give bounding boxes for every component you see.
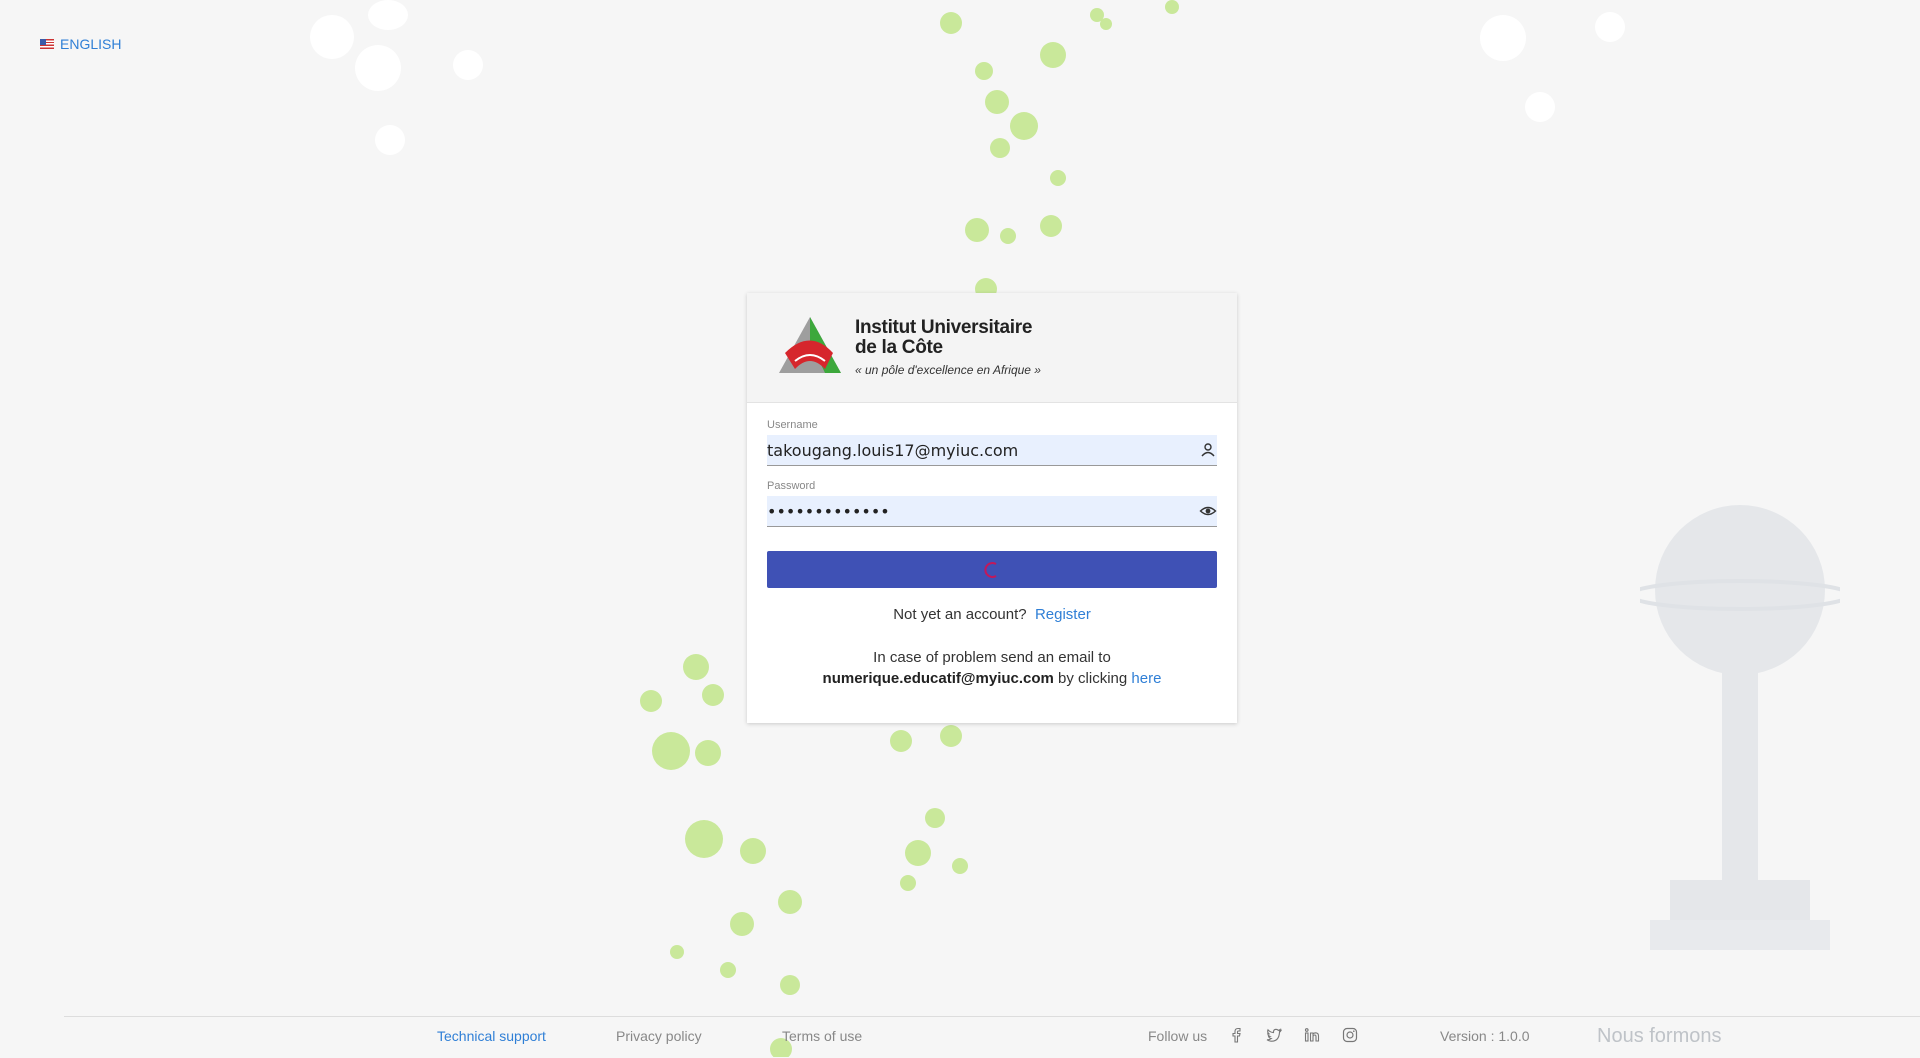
slogan-text: Nous formons [1597, 1025, 1722, 1047]
help-here-link[interactable]: here [1131, 670, 1161, 687]
help-by-clicking: by clicking [1058, 670, 1128, 687]
eye-icon[interactable] [1199, 502, 1217, 520]
password-field: Password [767, 480, 1217, 527]
brand-line-1: Institut Universitaire [855, 317, 1033, 339]
instagram-icon[interactable] [1342, 1027, 1358, 1043]
brand-tagline: « un pôle d'excellence en Afrique » [855, 363, 1041, 378]
language-selector[interactable]: ENGLISH [40, 36, 121, 52]
privacy-policy-link[interactable]: Privacy policy [616, 1028, 702, 1044]
loading-spinner-icon [984, 561, 997, 578]
version-label: Version : 1.0.0 [1440, 1028, 1530, 1044]
password-input-wrap [767, 496, 1217, 527]
username-label: Username [767, 419, 818, 431]
linkedin-icon[interactable] [1304, 1027, 1320, 1043]
card-header: Institut Universitaire de la Côte « un p… [747, 293, 1237, 403]
social-links [1228, 1027, 1358, 1043]
register-row: Not yet an account? Register [767, 606, 1217, 623]
iuc-logo-icon [779, 316, 841, 373]
twitter-icon[interactable] [1266, 1027, 1282, 1043]
facebook-icon[interactable] [1228, 1027, 1244, 1043]
brand-line-2: de la Côte [855, 337, 943, 359]
follow-us-label: Follow us [1148, 1028, 1208, 1044]
login-card: Institut Universitaire de la Côte « un p… [747, 293, 1237, 723]
register-link[interactable]: Register [1035, 606, 1091, 623]
username-field: Username [767, 419, 1217, 466]
register-prompt: Not yet an account? [893, 606, 1027, 623]
us-flag-icon [40, 39, 54, 49]
password-input[interactable] [767, 496, 1217, 526]
language-label: ENGLISH [60, 36, 122, 52]
user-icon [1201, 443, 1215, 457]
globe-statue-decoration [1640, 505, 1840, 950]
terms-of-use-link[interactable]: Terms of use [782, 1028, 862, 1044]
username-input-wrap [767, 435, 1217, 466]
technical-support-link[interactable]: Technical support [437, 1028, 546, 1044]
username-input[interactable] [767, 435, 1217, 465]
help-email: numerique.educatif@myiuc.com [822, 670, 1054, 687]
login-form: Username Password [747, 403, 1237, 689]
brand-text: Institut Universitaire de la Côte « un p… [855, 318, 1041, 376]
login-button[interactable] [767, 551, 1217, 588]
password-label: Password [767, 480, 816, 492]
help-text: In case of problem send an email to nume… [767, 647, 1217, 689]
help-line-1: In case of problem send an email to [873, 649, 1111, 666]
